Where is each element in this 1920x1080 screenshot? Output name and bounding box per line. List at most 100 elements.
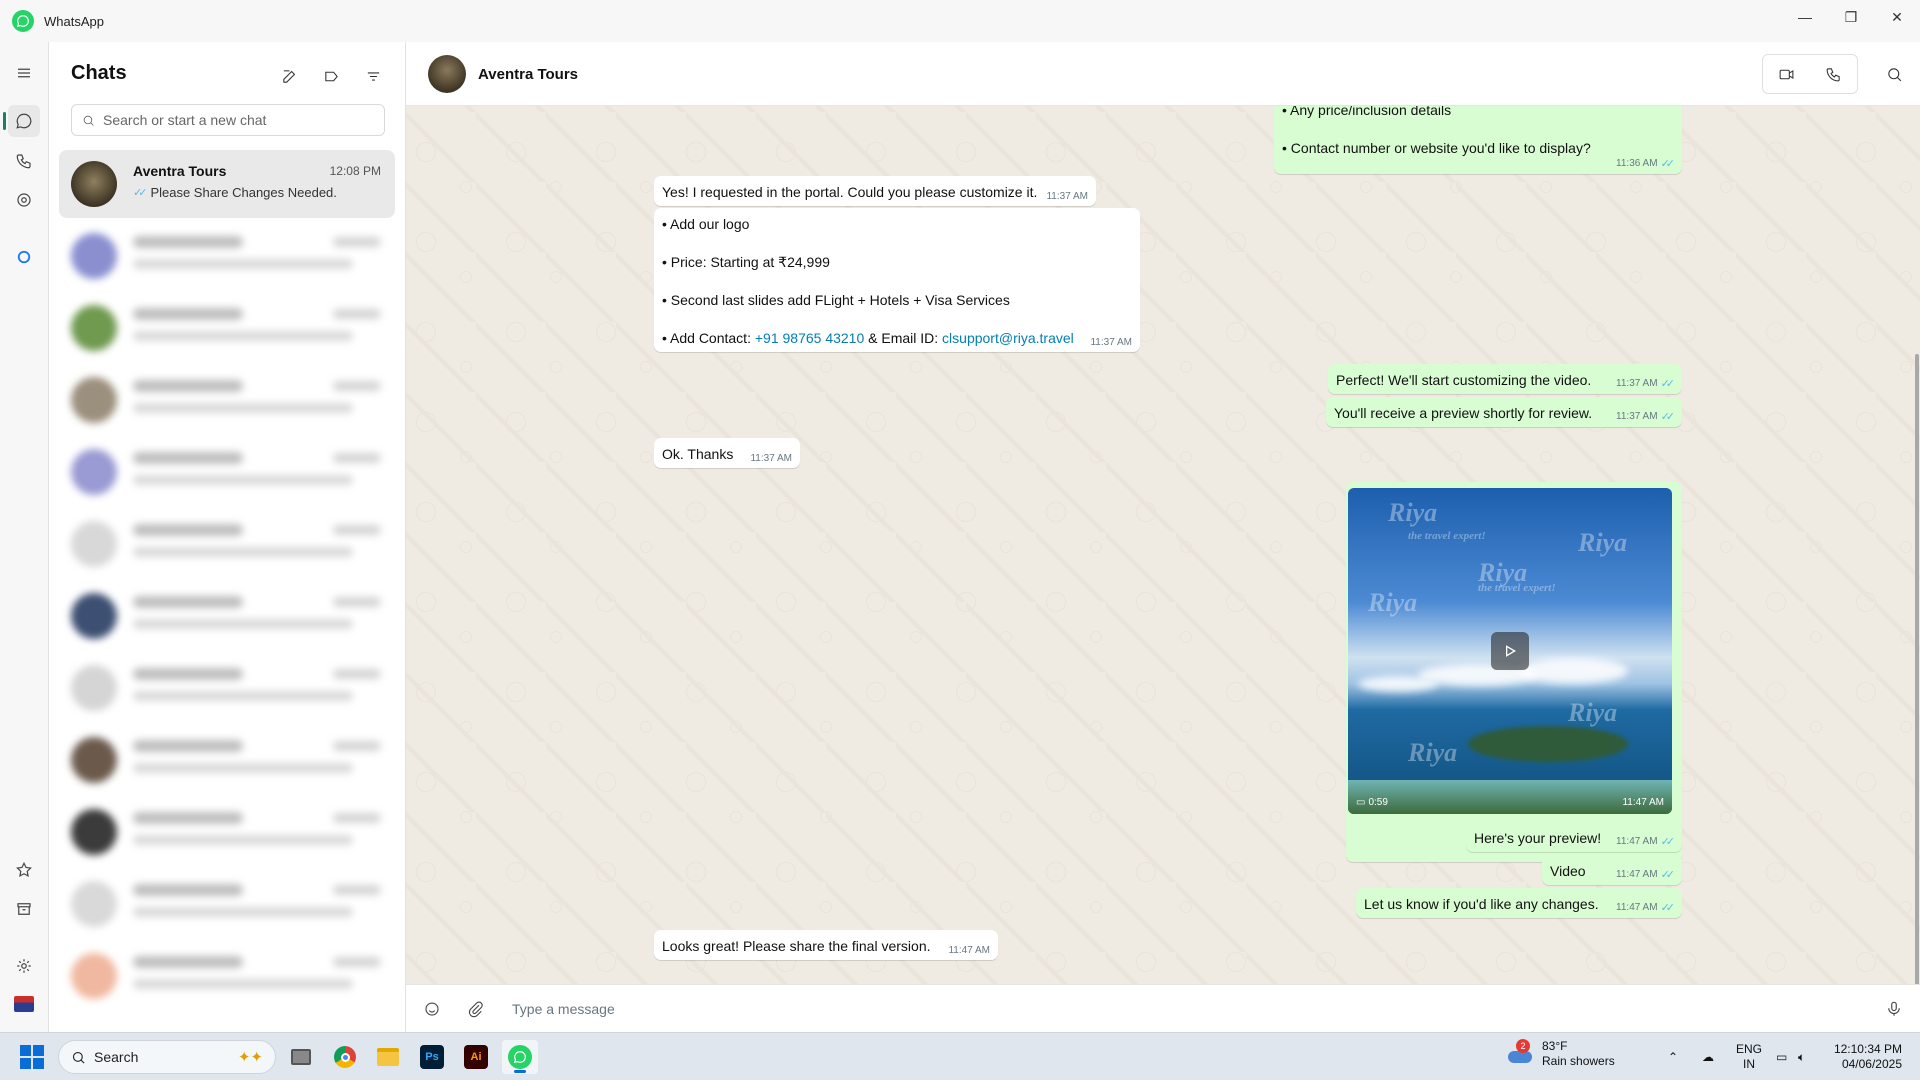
chat-item-blurred[interactable] [59, 366, 395, 434]
meta-ai-icon[interactable] [8, 241, 40, 273]
avatar [71, 233, 117, 279]
settings-icon[interactable] [8, 950, 40, 982]
search-icon [1887, 67, 1901, 81]
chat-item-blurred[interactable] [59, 798, 395, 866]
message-time-text: 11:37 AM [1616, 378, 1658, 389]
network-icon[interactable]: ▭ [1776, 1033, 1787, 1080]
message-text: Ok. Thanks [662, 446, 734, 462]
message-text: Looks great! Please share the final vers… [662, 938, 931, 954]
message-text: Let us know if you'd like any changes. [1364, 896, 1599, 912]
voice-call-button[interactable] [1810, 55, 1857, 93]
avatar [71, 953, 117, 999]
copilot-sparkle-icon: ✦✦ [237, 1049, 263, 1066]
avatar [71, 593, 117, 639]
archive-icon[interactable] [8, 893, 40, 925]
message-text: • Contact number or website you'd like t… [1282, 140, 1591, 156]
whatsapp-taskbar-icon[interactable] [502, 1040, 538, 1074]
video-time: 11:47 AM [1622, 797, 1664, 808]
chat-item-blurred[interactable] [59, 222, 395, 290]
file-explorer-icon[interactable] [370, 1040, 406, 1074]
menu-icon[interactable] [8, 57, 40, 89]
voice-message-button[interactable] [1882, 997, 1906, 1021]
chat-scrollbar[interactable] [1914, 106, 1920, 1004]
system-clock[interactable]: 12:10:34 PM 04/06/2025 [1834, 1042, 1902, 1072]
calls-icon[interactable] [8, 145, 40, 177]
minimize-button[interactable]: — [1782, 0, 1828, 34]
illustrator-icon[interactable]: Ai [458, 1040, 494, 1074]
play-button[interactable] [1491, 632, 1529, 670]
chat-item-blurred[interactable] [59, 582, 395, 650]
message-text: You'll receive a preview shortly for rev… [1334, 405, 1593, 421]
message-outgoing[interactable]: Video 11:47 AM ✓✓ [1542, 855, 1682, 885]
avatar [71, 665, 117, 711]
windows-start-icon[interactable] [20, 1045, 44, 1069]
message-time-text: 11:47 AM [948, 945, 990, 956]
close-button[interactable]: ✕ [1874, 0, 1920, 34]
avatar [71, 449, 117, 495]
chat-preview: Please Share Changes Needed. [150, 185, 337, 200]
message-incoming[interactable]: • Add our logo • Price: Starting at ₹24,… [654, 208, 1140, 352]
message-incoming[interactable]: Ok. Thanks 11:37 AM [654, 438, 800, 468]
avatar [71, 881, 117, 927]
message-outgoing[interactable]: You'll receive a preview shortly for rev… [1326, 397, 1682, 427]
taskbar-search[interactable]: Search ✦✦ [58, 1040, 276, 1074]
language-code: ENG [1736, 1042, 1763, 1056]
search-icon [83, 115, 94, 126]
chats-icon[interactable] [8, 105, 40, 137]
profile-avatar[interactable] [8, 988, 40, 1020]
message-line: • Add Contact: [662, 330, 755, 346]
read-ticks-icon: ✓✓ [1660, 869, 1676, 881]
chat-item-blurred[interactable] [59, 942, 395, 1010]
chat-item-blurred[interactable] [59, 726, 395, 794]
photoshop-icon[interactable]: Ps [414, 1040, 450, 1074]
volume-icon[interactable]: 🔈︎ [1798, 1033, 1805, 1080]
starred-icon[interactable] [8, 854, 40, 886]
message-time-text: 11:47 AM [1616, 869, 1658, 880]
illustrator-label: Ai [464, 1045, 488, 1069]
message-outgoing[interactable]: Here's your preview! 11:47 AM ✓✓ [1466, 822, 1682, 852]
labels-icon[interactable] [317, 62, 345, 90]
video-thumbnail[interactable]: Riya Riya Riya Riya Riya Riya the travel… [1348, 488, 1672, 814]
message-text: Here's your preview! [1474, 830, 1602, 846]
tray-overflow-icon[interactable]: ⌃ [1668, 1033, 1678, 1080]
new-chat-icon[interactable] [275, 62, 303, 90]
message-line: • Add our logo [662, 216, 750, 232]
contact-name[interactable]: Aventra Tours [478, 66, 578, 83]
chat-item-blurred[interactable] [59, 510, 395, 578]
chat-item-blurred[interactable] [59, 294, 395, 362]
emoji-button[interactable] [420, 997, 444, 1021]
message-text: Perfect! We'll start customizing the vid… [1336, 372, 1592, 388]
watermark-text: Riya [1368, 588, 1418, 617]
email-link[interactable]: clsupport@riya.travel [942, 330, 1074, 346]
message-incoming[interactable]: Yes! I requested in the portal. Could yo… [654, 176, 1096, 206]
language-indicator[interactable]: ENG IN [1736, 1033, 1762, 1080]
message-time-text: 11:37 AM [1046, 191, 1088, 202]
chat-item-blurred[interactable] [59, 438, 395, 506]
conversation-header: Aventra Tours [406, 42, 1920, 106]
attach-button[interactable] [464, 997, 488, 1021]
phone-link[interactable]: +91 98765 43210 [755, 330, 864, 346]
task-view-icon[interactable] [283, 1040, 319, 1074]
message-incoming[interactable]: Looks great! Please share the final vers… [654, 930, 998, 960]
search-in-chat-button[interactable] [1880, 60, 1908, 88]
chrome-icon[interactable] [327, 1040, 363, 1074]
search-bar[interactable] [71, 104, 385, 136]
chat-item-aventra-tours[interactable]: Aventra Tours 12:08 PM ✓✓ Please Share C… [59, 150, 395, 218]
chat-list-panel: Chats Aventra Tours 12:08 PM ✓✓ Please S… [48, 42, 406, 1032]
video-duration-text: 0:59 [1368, 797, 1388, 808]
search-input[interactable] [103, 112, 373, 128]
message-outgoing[interactable]: Let us know if you'd like any changes. 1… [1356, 888, 1682, 918]
contact-avatar[interactable] [428, 55, 466, 93]
onedrive-icon[interactable]: ☁ [1702, 1033, 1714, 1080]
phone-icon [1826, 67, 1840, 81]
message-input[interactable] [512, 997, 1812, 1021]
weather-widget[interactable]: 2 83°F Rain showers [1508, 1039, 1615, 1069]
maximize-button[interactable]: ❐ [1828, 0, 1874, 34]
status-icon[interactable] [8, 184, 40, 216]
filter-icon[interactable] [359, 62, 387, 90]
chat-item-blurred[interactable] [59, 870, 395, 938]
message-time-text: 11:37 AM [1616, 411, 1658, 422]
video-call-button[interactable] [1763, 55, 1810, 93]
message-outgoing[interactable]: Perfect! We'll start customizing the vid… [1328, 364, 1682, 394]
chat-item-blurred[interactable] [59, 654, 395, 722]
